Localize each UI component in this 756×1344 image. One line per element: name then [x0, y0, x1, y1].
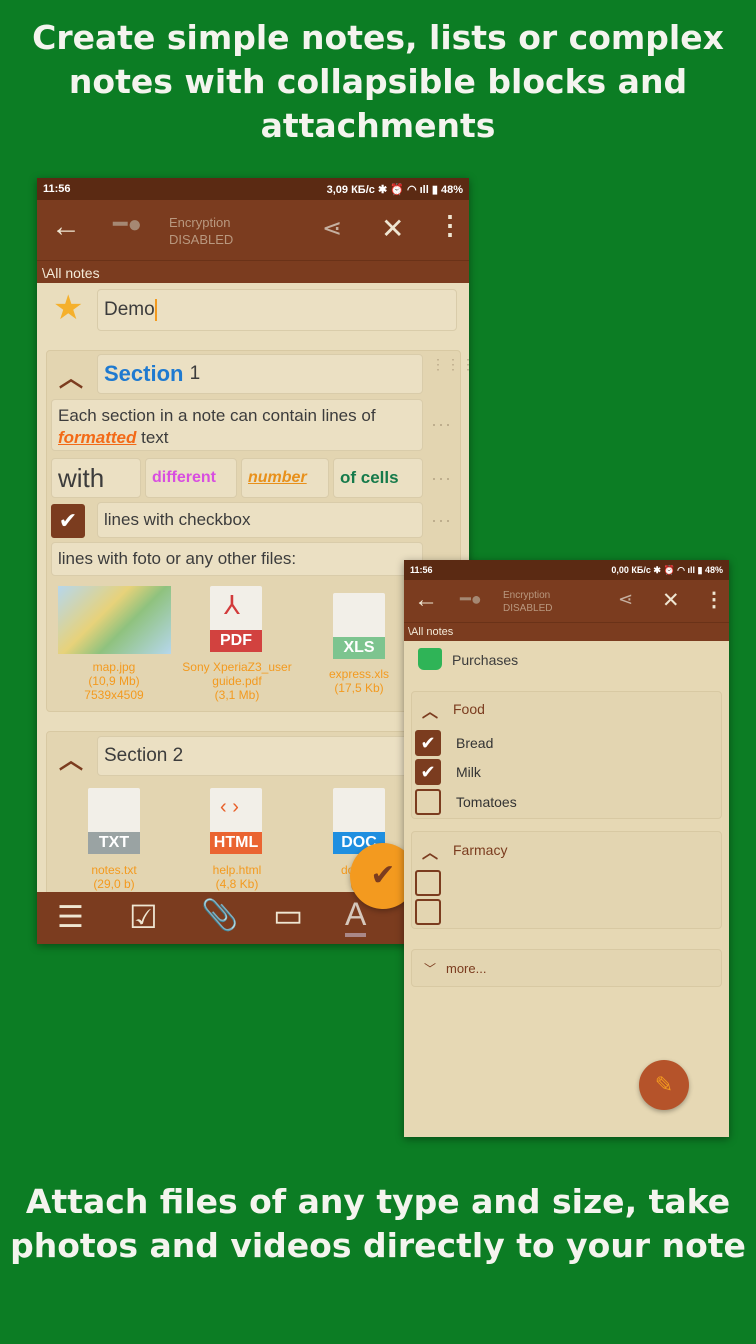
star-icon[interactable]: ★	[53, 288, 83, 328]
checkbox-empty[interactable]	[415, 870, 441, 896]
encryption-title: Encryption	[503, 590, 551, 601]
checkbox-empty[interactable]	[415, 899, 441, 925]
note-title-input[interactable]: Demo	[97, 289, 457, 331]
cell-of-cells[interactable]: of cells	[333, 458, 423, 498]
farmacy-section-title[interactable]: Farmacy	[453, 842, 507, 858]
attachment-txt[interactable]: notes.txt (29,0 b)	[49, 863, 179, 891]
xls-file-icon[interactable]: XLS	[333, 593, 385, 659]
back-arrow-icon[interactable]: ←	[51, 210, 81, 244]
checkbox-milk[interactable]: ✔	[415, 759, 441, 785]
status-bar: 11:56 3,09 КБ/с ✱ ⏰ ◠ ıll ▮ 48%	[37, 178, 469, 200]
chevron-down-icon: ﹀	[424, 962, 437, 976]
toolbar: ← ━● Encryption DISABLED ⋖ ✕ ⋮	[37, 200, 469, 260]
close-icon[interactable]: ✕	[381, 212, 404, 245]
note-title[interactable]: Purchases	[452, 652, 518, 668]
attach-icon[interactable]: 📎	[201, 898, 238, 933]
checkbox-tomatoes[interactable]	[415, 789, 441, 815]
more-label[interactable]: more...	[446, 961, 486, 976]
add-checkbox-icon[interactable]: ☑	[129, 898, 158, 936]
status-bar: 11:56 0,00 КБ/с ✱ ⏰ ◠ ıll ▮ 48%	[404, 560, 729, 580]
close-icon[interactable]: ✕	[662, 588, 680, 613]
add-lines-icon[interactable]: ☰	[57, 900, 84, 935]
battery-level: 48%	[704, 564, 723, 575]
attachment-pdf[interactable]: Sony XperiaZ3_user guide.pdf (3,1 Mb)	[172, 660, 302, 702]
pdf-file-icon[interactable]: ⅄ PDF	[210, 586, 262, 652]
section-2-title-input[interactable]: Section 2	[97, 736, 437, 776]
encryption-title: Encryption	[169, 215, 231, 230]
breadcrumb[interactable]: \All notes	[37, 260, 469, 283]
checkbox-bread[interactable]: ✔	[415, 730, 441, 756]
status-icons: ✱ ⏰ ◠ ıll ▮	[377, 183, 438, 196]
item-milk[interactable]: Milk	[456, 764, 481, 780]
line-menu-icon[interactable]: ···	[431, 510, 452, 531]
txt-file-icon[interactable]: TXT	[88, 788, 140, 854]
key-icon: ━●	[460, 589, 482, 609]
encryption-state: DISABLED	[169, 232, 234, 247]
headline-top: Create simple notes, lists or complex no…	[32, 18, 724, 145]
collapse-chevron-icon[interactable]: ︿	[59, 358, 83, 393]
collapse-chevron-icon[interactable]: ︿	[59, 740, 83, 775]
edit-fab-button[interactable]: ✎	[639, 1060, 689, 1110]
share-icon[interactable]: ⋖	[322, 214, 342, 243]
map-thumbnail[interactable]	[58, 586, 171, 654]
headline-bottom: Attach files of any type and size, take …	[10, 1182, 746, 1265]
right-phone-screen: 11:56 0,00 КБ/с ✱ ⏰ ◠ ıll ▮ 48% ← ━● Enc…	[404, 560, 729, 1137]
item-tomatoes[interactable]: Tomatoes	[456, 794, 517, 810]
checkbox-checked[interactable]: ✔	[51, 504, 85, 538]
breadcrumb[interactable]: \All notes	[404, 622, 729, 641]
text-line-formatted[interactable]: Each section in a note can contain lines…	[51, 399, 423, 451]
toolbar: ← ━● Encryption DISABLED ⋖ ✕ ⋮	[404, 580, 729, 622]
more-menu-icon[interactable]: ⋮	[704, 587, 724, 612]
cell-different[interactable]: different	[145, 458, 237, 498]
back-arrow-icon[interactable]: ←	[414, 586, 438, 614]
basket-icon	[418, 648, 442, 670]
line-menu-icon[interactable]: ···	[431, 414, 452, 435]
status-speed: 3,09 КБ/с	[326, 183, 375, 196]
status-time: 11:56	[410, 565, 433, 575]
more-menu-icon[interactable]: ⋮	[437, 210, 463, 241]
cell-number[interactable]: number	[241, 458, 329, 498]
drag-handle-icon[interactable]: ⋮⋮⋮	[431, 357, 469, 371]
cell-with[interactable]: with	[51, 458, 141, 498]
key-icon: ━●	[113, 211, 142, 238]
attachment-html[interactable]: help.html (4,8 Kb)	[172, 863, 302, 891]
encryption-state: DISABLED	[503, 603, 553, 614]
battery-level: 48%	[440, 183, 463, 196]
add-section-icon[interactable]: ▭	[273, 896, 303, 934]
section-1-title-input[interactable]: Section 1	[97, 354, 423, 394]
status-icons: ✱ ⏰ ◠ ıll ▮	[653, 564, 703, 575]
checkbox-line-text[interactable]: lines with checkbox	[97, 502, 423, 538]
item-bread[interactable]: Bread	[456, 735, 493, 751]
share-icon[interactable]: ⋖	[618, 589, 633, 610]
food-section-title[interactable]: Food	[453, 701, 485, 717]
attachment-map[interactable]: map.jpg (10,9 Mb) 7539x4509	[49, 660, 179, 702]
collapse-chevron-icon[interactable]: ︿	[422, 698, 438, 722]
line-menu-icon[interactable]: ···	[431, 468, 452, 489]
status-time: 11:56	[43, 183, 71, 195]
files-line-text[interactable]: lines with foto or any other files:	[51, 542, 423, 576]
collapse-chevron-icon[interactable]: ︿	[422, 839, 438, 863]
html-file-icon[interactable]: ‹ › HTML	[210, 788, 262, 854]
status-speed: 0,00 КБ/с	[611, 564, 651, 575]
